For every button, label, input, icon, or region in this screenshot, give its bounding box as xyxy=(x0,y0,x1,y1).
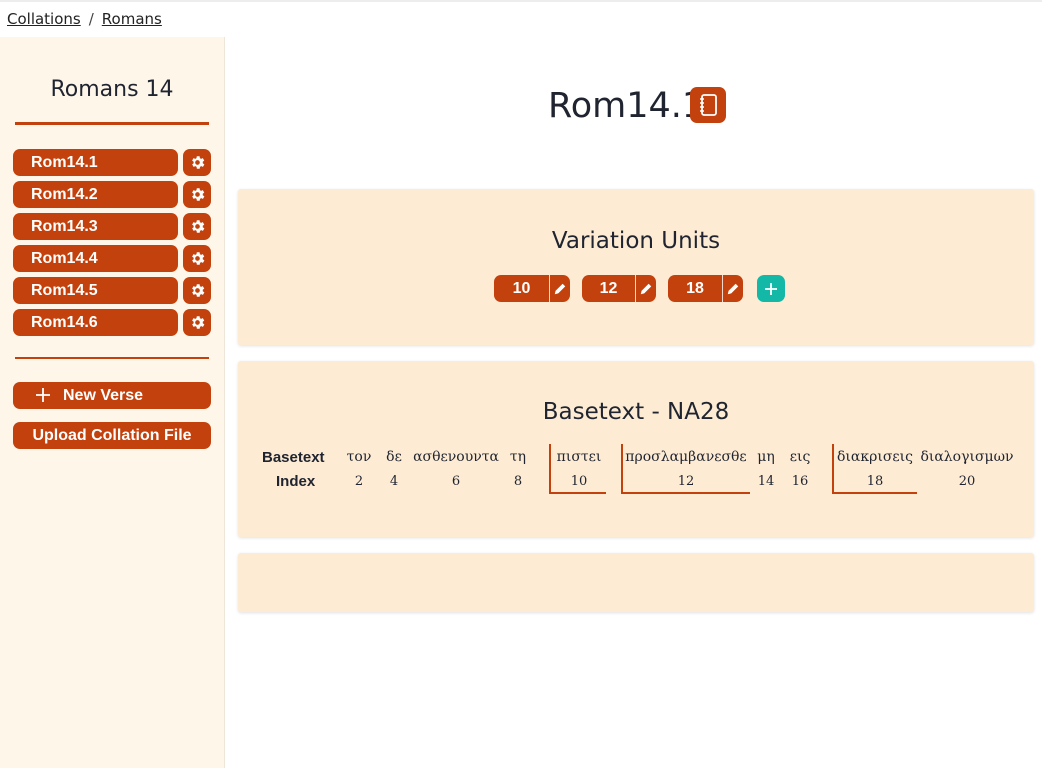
page-title: Rom14.1 xyxy=(548,86,705,126)
variation-unit-18[interactable]: 18 xyxy=(668,275,743,302)
gear-icon xyxy=(191,284,204,297)
word-index: 16 xyxy=(791,474,809,489)
gear-icon xyxy=(191,188,204,201)
word-index: 4 xyxy=(389,474,399,489)
breadcrumb-separator: / xyxy=(88,10,94,28)
pencil-icon xyxy=(727,283,739,294)
gear-icon xyxy=(191,252,204,265)
plus-icon xyxy=(36,388,50,402)
basetext-title: Basetext - NA28 xyxy=(542,399,730,425)
verse-settings-button[interactable] xyxy=(183,245,211,272)
verse-row: Rom14.6 xyxy=(13,309,211,336)
basetext-card: Basetext - NA28 Basetext Index τον 2 δε … xyxy=(238,361,1034,537)
variation-units-title: Variation Units xyxy=(551,228,721,254)
notebook-button[interactable] xyxy=(690,87,726,123)
verse-row: Rom14.2 xyxy=(13,181,211,208)
gear-icon xyxy=(191,316,204,329)
basetext-word[interactable]: μη xyxy=(757,449,775,465)
verse-settings-button[interactable] xyxy=(183,309,211,336)
verse-settings-button[interactable] xyxy=(183,181,211,208)
verse-row: Rom14.5 xyxy=(13,277,211,304)
verse-row: Rom14.3 xyxy=(13,213,211,240)
verse-button-rom14-2[interactable]: Rom14.2 xyxy=(13,181,178,208)
gear-icon xyxy=(191,156,204,169)
verse-settings-button[interactable] xyxy=(183,149,211,176)
verse-button-rom14-4[interactable]: Rom14.4 xyxy=(13,245,178,272)
sidebar-title: Romans 14 xyxy=(50,77,174,102)
basetext-word[interactable]: ασθενουντα xyxy=(413,449,499,465)
gear-icon xyxy=(191,220,204,233)
basetext-word[interactable]: εις xyxy=(790,449,811,465)
sidebar-divider-top xyxy=(15,122,209,125)
notebook-icon xyxy=(700,94,717,116)
breadcrumb-collations-link[interactable]: Collations xyxy=(7,10,81,28)
basetext-row-label: Basetext xyxy=(262,449,325,466)
new-verse-label: New Verse xyxy=(63,387,144,404)
basetext-word[interactable]: πιστει xyxy=(557,449,602,465)
verse-button-rom14-3[interactable]: Rom14.3 xyxy=(13,213,178,240)
variation-unit-label: 12 xyxy=(599,279,618,297)
breadcrumb-romans-link[interactable]: Romans xyxy=(102,10,162,28)
variation-unit-12[interactable]: 12 xyxy=(582,275,656,302)
basetext-word[interactable]: τον xyxy=(347,449,372,465)
word-index: 2 xyxy=(354,474,364,489)
verse-button-rom14-1[interactable]: Rom14.1 xyxy=(13,149,178,176)
empty-card xyxy=(238,553,1034,612)
breadcrumb: Collations / Romans xyxy=(7,10,162,28)
edit-variation-unit-button[interactable] xyxy=(549,275,570,302)
verse-settings-button[interactable] xyxy=(183,277,211,304)
basetext-word[interactable]: τη xyxy=(510,449,526,465)
basetext-word[interactable]: διαλογισμων xyxy=(920,449,1013,465)
basetext-word[interactable]: διακρισεις xyxy=(837,449,913,465)
variation-unit-label: 18 xyxy=(686,279,704,297)
sidebar: Romans 14 Rom14.1 Rom14.2 Rom14.3 Rom14.… xyxy=(0,37,225,768)
upload-collation-button[interactable]: Upload Collation File xyxy=(13,422,211,449)
word-index: 6 xyxy=(451,474,461,489)
sidebar-divider-bottom xyxy=(15,357,209,359)
variation-units-card: Variation Units 10 12 18 xyxy=(238,189,1034,345)
variation-unit-label: 10 xyxy=(512,279,531,297)
word-index: 18 xyxy=(866,474,884,489)
variation-unit-10[interactable]: 10 xyxy=(494,275,570,302)
top-bar: Collations / Romans xyxy=(0,0,1042,36)
verse-row: Rom14.4 xyxy=(13,245,211,272)
pencil-icon xyxy=(640,283,652,294)
basetext-word[interactable]: προσλαμβανεσθε xyxy=(625,449,746,465)
edit-variation-unit-button[interactable] xyxy=(722,275,743,302)
word-index: 14 xyxy=(757,474,775,489)
verse-settings-button[interactable] xyxy=(183,213,211,240)
verse-row: Rom14.1 xyxy=(13,149,211,176)
word-index: 12 xyxy=(677,474,695,489)
word-index: 20 xyxy=(958,474,976,489)
edit-variation-unit-button[interactable] xyxy=(635,275,656,302)
index-row-label: Index xyxy=(276,473,316,490)
verse-button-rom14-5[interactable]: Rom14.5 xyxy=(13,277,178,304)
pencil-icon xyxy=(554,283,566,294)
plus-icon xyxy=(765,282,777,295)
verse-button-rom14-6[interactable]: Rom14.6 xyxy=(13,309,178,336)
basetext-word[interactable]: δε xyxy=(386,449,402,465)
add-variation-unit-button[interactable] xyxy=(757,275,785,302)
word-index: 8 xyxy=(513,474,523,489)
word-index: 10 xyxy=(570,474,588,489)
new-verse-button[interactable]: New Verse xyxy=(13,382,211,409)
